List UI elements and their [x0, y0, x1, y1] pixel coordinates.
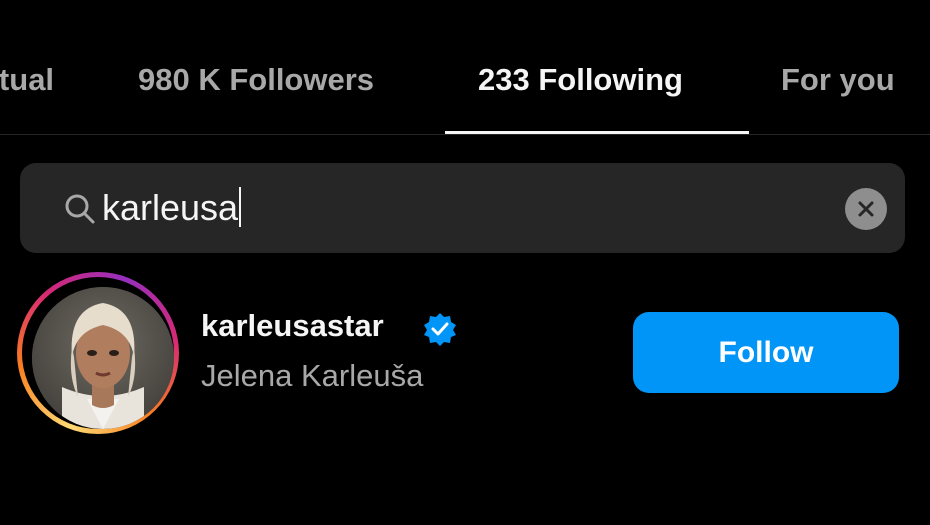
avatar-portrait	[32, 287, 174, 429]
search-input-text: karleusa	[102, 187, 239, 228]
story-ring[interactable]	[17, 272, 179, 434]
tab-following[interactable]: 233 Following	[478, 56, 683, 104]
verified-badge-icon	[424, 313, 456, 346]
profile-tabs: utual 980 K Followers 233 Following For …	[0, 0, 930, 135]
tab-mutual[interactable]: utual	[0, 56, 54, 104]
follow-button[interactable]: Follow	[633, 312, 899, 393]
search-input[interactable]: karleusa	[102, 177, 242, 239]
text-caret	[239, 187, 242, 228]
result-full-name: Jelena Karleuša	[201, 358, 424, 393]
search-icon	[65, 194, 95, 224]
tab-followers[interactable]: 980 K Followers	[138, 56, 374, 104]
tab-for-you[interactable]: For you	[781, 56, 895, 104]
avatar-ring-gap	[22, 277, 174, 429]
clear-search-button[interactable]	[845, 188, 887, 230]
active-tab-indicator	[445, 131, 749, 134]
close-icon	[858, 201, 874, 217]
search-bar[interactable]: karleusa	[20, 163, 905, 253]
search-result-row[interactable]: karleusastar Jelena Karleuša Follow	[0, 270, 930, 440]
avatar[interactable]	[32, 287, 174, 429]
result-username[interactable]: karleusastar	[201, 308, 384, 344]
